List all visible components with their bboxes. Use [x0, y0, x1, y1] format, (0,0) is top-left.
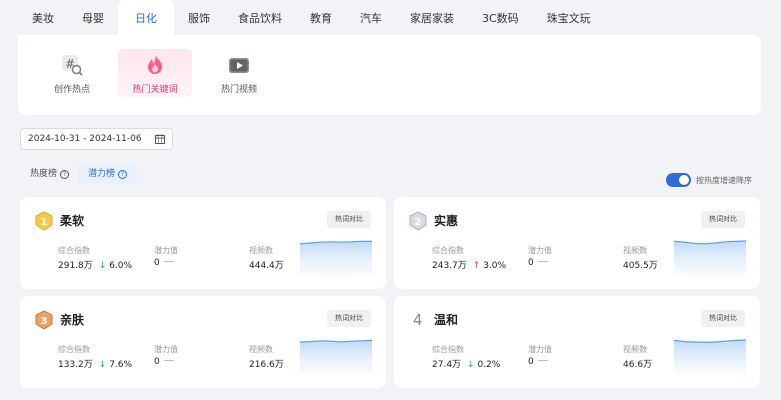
trend-arrow-icon: ↓	[98, 360, 107, 370]
subtab-label: 热门关键词	[132, 85, 178, 95]
potential-value: 0	[528, 357, 534, 367]
svg-text:2: 2	[415, 217, 422, 228]
subtab-label: 热门视频	[220, 85, 257, 95]
compare-button[interactable]: 热词对比	[701, 211, 745, 228]
tab-potential-rank[interactable]: 潜力榜?	[78, 164, 138, 184]
gold-medal-icon: 1	[35, 211, 53, 231]
video-value: 444.4万	[249, 261, 284, 271]
composite-label: 综合指数	[432, 246, 464, 255]
trend-arrow-icon: ↓	[98, 261, 107, 271]
trend-percent: 3.0%	[483, 261, 507, 271]
category-tab[interactable]: 珠宝文玩	[533, 0, 605, 36]
tab-heat-rank[interactable]: 热度榜?	[20, 164, 79, 184]
sort-toggle-label: 按热度增速降序	[696, 176, 752, 185]
keyword-card[interactable]: 4 温和 热词对比综合指数 潜力值 视频数 27.4万 ↓ 0.2% 0 46.6万	[394, 296, 760, 388]
composite-value: 133.2万	[58, 360, 93, 370]
trend-percent: 0.2%	[477, 360, 501, 370]
sort-toggle-switch[interactable]	[666, 173, 691, 187]
composite-label: 综合指数	[432, 345, 464, 354]
silver-medal-icon: 2	[409, 211, 427, 231]
flat-trend-icon	[537, 261, 548, 262]
rank-number: 4	[413, 311, 423, 329]
category-tab[interactable]: 家居家装	[396, 0, 468, 36]
svg-text:3: 3	[41, 316, 48, 327]
svg-text:1: 1	[41, 217, 48, 228]
category-tab[interactable]: 服饰	[174, 0, 224, 36]
help-icon: ?	[60, 170, 70, 179]
subtab-creative-hotspot[interactable]: # 创作热点	[35, 49, 109, 97]
video-label: 视频数	[623, 246, 647, 255]
category-tab[interactable]: 美妆	[18, 0, 68, 36]
potential-value: 0	[528, 258, 534, 268]
subtab-panel: # 创作热点 热门关键词 热门视频	[18, 35, 761, 115]
keyword-card[interactable]: 2 实惠 热词对比综合指数 潜力值 视频数 243.7万 ↑ 3.0% 0 405.5万	[394, 197, 760, 289]
video-label: 视频数	[249, 345, 273, 354]
category-tab[interactable]: 母婴	[68, 0, 118, 36]
composite-label: 综合指数	[58, 345, 90, 354]
compare-button[interactable]: 热词对比	[701, 310, 745, 327]
play-video-icon	[229, 58, 249, 73]
potential-label: 潜力值	[528, 345, 552, 354]
subtab-hot-keywords[interactable]: 热门关键词	[118, 49, 192, 97]
sparkline-chart	[300, 339, 372, 374]
category-tab[interactable]: 3C数码	[468, 0, 533, 36]
composite-value: 291.8万	[58, 261, 93, 271]
keyword-name: 柔软	[60, 214, 85, 228]
calendar-icon	[155, 134, 165, 144]
keyword-name: 温和	[434, 313, 459, 327]
potential-value: 0	[154, 258, 160, 268]
video-label: 视频数	[249, 246, 273, 255]
keyword-name: 实惠	[434, 214, 459, 228]
subtab-hot-videos[interactable]: 热门视频	[202, 49, 276, 97]
category-tab[interactable]: 汽车	[346, 0, 396, 36]
sparkline-area	[674, 241, 746, 275]
potential-value: 0	[154, 357, 160, 367]
sparkline-area	[300, 241, 372, 275]
composite-label: 综合指数	[58, 246, 90, 255]
keyword-card[interactable]: 3 亲肤 热词对比综合指数 潜力值 视频数 133.2万 ↓ 7.6% 0 216.6万	[20, 296, 386, 388]
flame-icon	[148, 55, 162, 74]
video-value: 46.6万	[623, 360, 653, 370]
date-range-value: 2024-10-31 - 2024-11-06	[28, 134, 142, 144]
sparkline-chart	[674, 240, 746, 275]
sparkline-chart	[300, 240, 372, 275]
tab-label: 热度榜	[30, 169, 58, 179]
video-value: 405.5万	[623, 261, 658, 271]
composite-value: 27.4万	[432, 360, 462, 370]
sparkline-chart	[674, 339, 746, 374]
tab-label: 潜力榜	[88, 169, 116, 179]
video-value: 216.6万	[249, 360, 284, 370]
flat-trend-icon	[537, 360, 548, 361]
trend-percent: 7.6%	[109, 360, 133, 370]
category-tab[interactable]: 日化	[118, 0, 174, 36]
flat-trend-icon	[163, 261, 174, 262]
composite-value: 243.7万	[432, 261, 467, 271]
potential-label: 潜力值	[154, 246, 178, 255]
keyword-name: 亲肤	[60, 313, 85, 327]
hashtag-search-icon: #	[62, 55, 83, 76]
sparkline-area	[674, 340, 746, 374]
bronze-medal-icon: 3	[35, 310, 53, 330]
potential-label: 潜力值	[154, 345, 178, 354]
compare-button[interactable]: 热词对比	[327, 211, 371, 228]
category-tabs: 美妆 母婴 日化 服饰 食品饮料 教育 汽车 家居家装 3C数码 珠宝文玩	[0, 0, 781, 36]
category-tab[interactable]: 食品饮料	[224, 0, 296, 36]
trend-arrow-icon: ↑	[472, 261, 481, 271]
trend-arrow-icon: ↓	[467, 360, 475, 370]
category-tab[interactable]: 教育	[296, 0, 346, 36]
potential-label: 潜力值	[528, 246, 552, 255]
trend-percent: 6.0%	[109, 261, 133, 271]
sparkline-area	[300, 340, 372, 374]
keyword-card[interactable]: 1 柔软 热词对比综合指数 潜力值 视频数 291.8万 ↓ 6.0% 0 444.4万	[20, 197, 386, 289]
subtab-label: 创作热点	[53, 85, 90, 95]
date-range-picker[interactable]: 2024-10-31 - 2024-11-06	[20, 128, 173, 150]
help-icon: ?	[118, 170, 128, 179]
flat-trend-icon	[163, 360, 174, 361]
video-label: 视频数	[623, 345, 647, 354]
compare-button[interactable]: 热词对比	[327, 310, 371, 327]
